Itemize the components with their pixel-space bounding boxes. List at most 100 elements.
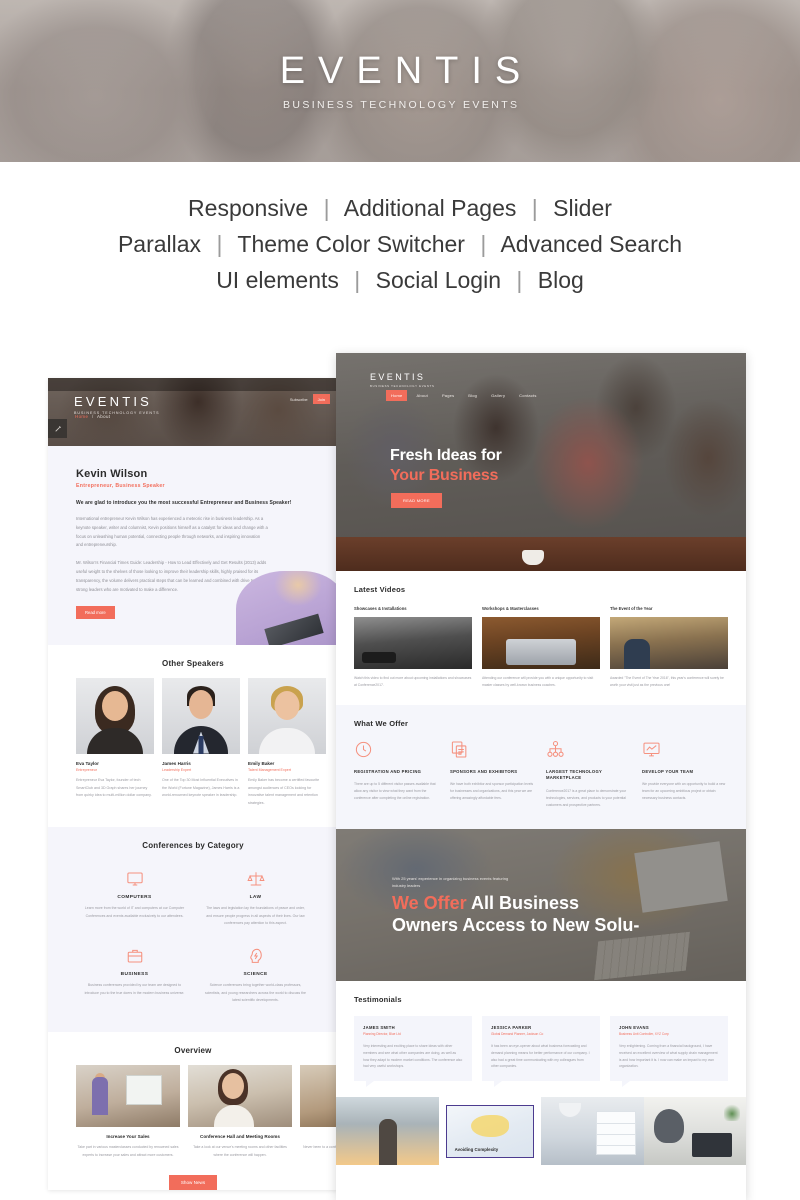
video-title: Workshops & Masterclasses	[482, 606, 539, 611]
what-we-offer-heading: What We Offer	[354, 718, 409, 728]
video-title: The Event of the Year	[610, 606, 653, 611]
theme-color-switcher-tab[interactable]	[48, 419, 67, 438]
science-head-icon	[205, 945, 306, 967]
offer-card[interactable]: SPONSORS AND EXHIBITORS We have both exh…	[450, 740, 536, 809]
feature-blog: Blog	[537, 267, 584, 293]
nav-item-blog[interactable]: Blog	[463, 390, 482, 401]
overview-heading: Overview	[174, 1046, 212, 1056]
home-logo[interactable]: EVENTIS BUSINESS TECHNOLOGY EVENTS	[370, 372, 435, 388]
category-title: SCIENCE	[243, 972, 268, 978]
feature-separator: |	[516, 267, 523, 293]
brand-title: EVENTIS	[279, 49, 534, 92]
clock-icon	[354, 740, 440, 762]
speaker-role: Entrepreneur, Business Speaker	[76, 483, 165, 489]
subscribe-link[interactable]: Subscribe	[290, 397, 308, 402]
speaker-avatar	[248, 677, 326, 754]
nav-item-pages[interactable]: Pages	[437, 390, 459, 401]
testimonials-heading: Testimonials	[354, 994, 402, 1004]
testimonial-card: JAMES SMITH Planning Director, Blue Ltd …	[354, 1015, 472, 1087]
categories-heading: Conferences by Category	[142, 841, 244, 851]
overview-title: Conference Hall and Meeting Rooms	[200, 1134, 280, 1140]
offer-card[interactable]: DEVELOP YOUR TEAM We provide everyone wi…	[642, 740, 728, 809]
offer-text: We have both exhibitor and sponsor parti…	[450, 782, 534, 800]
offer-text: Conference2017 is a great place to demon…	[546, 789, 627, 807]
brand-subtitle: BUSINESS TECHNOLOGY EVENTS	[282, 98, 520, 111]
overview-card[interactable]: Conference Hall and Meeting Rooms Take a…	[188, 1065, 292, 1159]
testimonial-card: JOHN EVANS Business Unit Controller, XYZ…	[610, 1015, 728, 1087]
join-button[interactable]: Join	[312, 394, 330, 404]
laptop-prop	[692, 1133, 732, 1158]
about-logo[interactable]: EVENTIS BUSINESS TECHNOLOGY EVENTS	[74, 394, 160, 415]
gallery-item[interactable]	[643, 1097, 746, 1166]
read-more-button[interactable]: Read more	[76, 605, 115, 619]
about-topbar	[48, 378, 338, 391]
testimonial-role: Business Unit Controller, XYZ Corp	[619, 1032, 669, 1036]
feature-separator: |	[480, 231, 487, 257]
about-page-screenshot[interactable]: Subscribe Join EVENTIS BUSINESS TECHNOLO…	[48, 378, 338, 1190]
category-title: COMPUTERS	[117, 895, 152, 901]
testimonial-name: JESSICA PARKER	[491, 1024, 532, 1030]
speaker-name: Kevin Wilson	[76, 468, 148, 480]
offer-banner-headline: We Offer All Business Owners Access to N…	[392, 892, 639, 937]
hero-headline: Fresh Ideas for Your Business	[390, 446, 502, 486]
offer-card[interactable]: LARGEST TECHNOLOGY MARKETPLACE Conferenc…	[546, 740, 632, 809]
offer-banner-section: With 25 years' experience in organizing …	[336, 828, 746, 981]
video-thumbnail[interactable]	[482, 617, 600, 669]
overview-title: Networking	[300, 1134, 338, 1139]
category-card[interactable]: LAW The laws and legislation lay the fou…	[195, 860, 316, 937]
speaker-card-text: One of the Top 30 Most Influential Execu…	[162, 778, 240, 798]
hero-read-more-button[interactable]: READ MORE	[391, 493, 442, 508]
network-icon	[546, 740, 632, 762]
category-card[interactable]: COMPUTERS Learn more from the world of I…	[74, 860, 195, 937]
home-hero: EVENTIS BUSINESS TECHNOLOGY EVENTS Home …	[336, 353, 746, 571]
overview-card[interactable]: Increase Your Sales Take part in various…	[76, 1065, 180, 1159]
video-thumbnail[interactable]	[354, 617, 472, 669]
nav-item-gallery[interactable]: Gallery	[486, 390, 510, 401]
pencil-icon	[54, 425, 61, 432]
offer-banner-line1: All Business	[471, 892, 580, 913]
feature-social-login: Social Login	[375, 267, 501, 293]
video-thumbnail[interactable]	[610, 617, 728, 669]
gallery-item[interactable]: Avoiding Complexity	[438, 1097, 541, 1166]
feature-responsive: Responsive	[188, 195, 309, 221]
gallery-featured-frame: Avoiding Complexity	[445, 1104, 534, 1158]
speaker-card[interactable]: Emily Baker Talent Management Expert Emi…	[248, 677, 326, 808]
conferences-by-category-section: Conferences by Category COMPUTERS Learn …	[48, 827, 338, 1033]
offer-banner-subtitle: With 25 years' experience in organizing …	[392, 875, 509, 888]
overview-image	[76, 1065, 180, 1128]
speaker-intro-section: Kevin Wilson Entrepreneur, Business Spea…	[48, 446, 338, 645]
hero-headline-line2: Your Business	[390, 467, 499, 484]
nav-item-about[interactable]: About	[411, 390, 432, 401]
feature-theme-color-switcher: Theme Color Switcher	[237, 231, 465, 257]
video-card[interactable]: The Event of the Year Awarded "The Event…	[610, 606, 728, 689]
gallery-caption: Avoiding Complexity	[454, 1146, 499, 1152]
nav-item-home[interactable]: Home	[386, 390, 408, 401]
lamp-prop	[559, 1103, 581, 1118]
main-nav: Home About Pages Blog Gallery Contacts	[386, 390, 542, 401]
breadcrumb-home[interactable]: Home	[75, 414, 88, 419]
category-card[interactable]: SCIENCE Science conferences bring togeth…	[195, 937, 316, 1014]
speaker-card[interactable]: Eva Taylor Entrepreneur Entrepreneur Eva…	[76, 677, 154, 808]
offer-card[interactable]: REGISTRATION AND PRICING There are up to…	[354, 740, 440, 809]
overview-card[interactable]: Networking Never been to a conference be…	[300, 1065, 338, 1159]
speaker-card[interactable]: James Harris Leadership Expert One of th…	[162, 677, 240, 808]
nav-item-contacts[interactable]: Contacts	[514, 390, 541, 401]
gallery-item[interactable]	[541, 1097, 644, 1166]
overview-text: Take part in various masterclasses condu…	[77, 1145, 179, 1157]
show-news-button[interactable]: Show News	[168, 1174, 218, 1190]
feature-additional-pages: Additional Pages	[343, 195, 517, 221]
feature-ui-elements: UI elements	[216, 267, 339, 293]
overview-section: Overview Increase Your Sales Take part i…	[48, 1032, 338, 1190]
testimonial-quote: Very interesting and exciting place to s…	[363, 1044, 463, 1069]
video-text: Watch this video to find out more about …	[354, 676, 472, 687]
testimonial-name: JAMES SMITH	[363, 1024, 395, 1030]
gallery-item[interactable]	[336, 1097, 439, 1166]
documents-icon	[450, 740, 536, 762]
category-card[interactable]: BUSINESS Business conferences provided b…	[74, 937, 195, 1014]
video-card[interactable]: Workshops & Masterclasses Attending our …	[482, 606, 600, 689]
home-page-screenshot[interactable]: EVENTIS BUSINESS TECHNOLOGY EVENTS Home …	[336, 353, 746, 1200]
testimonial-quote: Very enlightening. Coming from a financi…	[619, 1044, 718, 1069]
video-card[interactable]: Showcases & Installations Watch this vid…	[354, 606, 472, 689]
hero-banner: EVENTIS BUSINESS TECHNOLOGY EVENTS	[0, 0, 800, 162]
offer-title: REGISTRATION AND PRICING	[354, 768, 422, 774]
